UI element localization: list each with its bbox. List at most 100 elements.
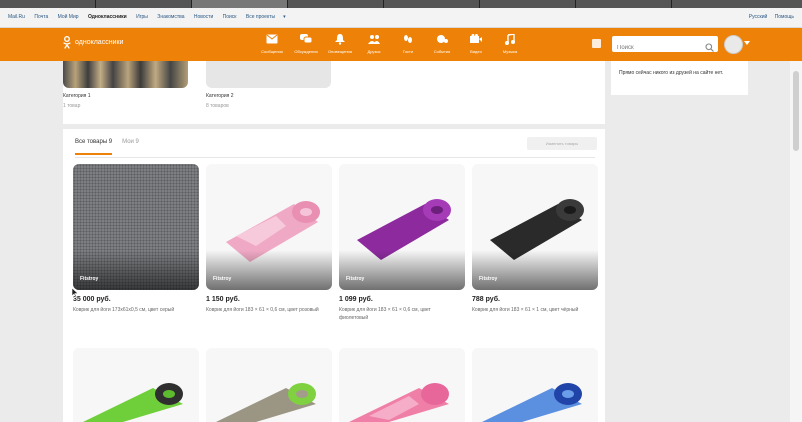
- yoga-mat-blue-image: [472, 348, 598, 422]
- help-link[interactable]: Помощь: [775, 14, 794, 20]
- catalog-categories: Категория 1 1 товар Категория 2 8 товаро…: [63, 61, 605, 124]
- product-image: Fitstroy: [472, 164, 598, 290]
- product-card[interactable]: [206, 348, 332, 422]
- portal-link-mail[interactable]: Почта: [34, 14, 48, 20]
- image-gradient: [339, 250, 465, 290]
- nav-music[interactable]: Музыка: [493, 32, 527, 54]
- product-description: Коврик для йоги 183 × 61 × 0,6 см, цвет …: [339, 307, 431, 321]
- yoga-mat-pink-marble-image: [339, 348, 465, 422]
- nav-label: Гости: [402, 49, 414, 54]
- product-card[interactable]: Fitstroy 788 руб. Коврик для йоги 183 × …: [472, 164, 598, 314]
- image-gradient: [73, 250, 199, 290]
- products-section: Все товары 9 Мои 9 Изменить товары Fitst…: [63, 129, 605, 422]
- notifications-icon: [333, 32, 347, 46]
- category-card[interactable]: Категория 2 8 товаров: [206, 61, 331, 109]
- product-card[interactable]: Fitstroy 35 000 руб. Коврик для йоги 173…: [73, 164, 199, 314]
- portal-link-news[interactable]: Новости: [194, 14, 213, 20]
- nav-discussions[interactable]: Обсуждения: [289, 32, 323, 54]
- product-description: Коврик для йоги 173х61х0,5 см, цвет серы…: [73, 307, 175, 313]
- product-card[interactable]: [339, 348, 465, 422]
- site-logo[interactable]: одноклассники: [63, 36, 123, 49]
- browser-tab[interactable]: [192, 0, 288, 8]
- logo-text: одноклассники: [75, 39, 124, 46]
- image-gradient: [472, 250, 598, 290]
- edit-products-button[interactable]: Изменить товары: [527, 137, 597, 150]
- product-card[interactable]: [73, 348, 199, 422]
- chevron-down-icon[interactable]: [744, 41, 750, 45]
- yoga-mat-green-grey-image: [206, 348, 332, 422]
- category-image: [63, 61, 188, 88]
- portal-link-mymir[interactable]: Мой Мир: [58, 14, 79, 20]
- friends-icon: [367, 32, 381, 46]
- product-description: Коврик для йоги 183 × 61 × 0,6 см, цвет …: [206, 307, 319, 313]
- nav-friends[interactable]: Друзья: [357, 32, 391, 54]
- portal-link-ok[interactable]: Одноклассники: [88, 14, 127, 20]
- products-tabs: Все товары 9 Мои 9: [75, 139, 139, 155]
- browser-tab[interactable]: [480, 0, 576, 8]
- nav-messages[interactable]: Сообщения: [255, 32, 289, 54]
- portal-bar: Mail.Ru Почта Мой Мир Одноклассники Игры…: [0, 8, 802, 28]
- product-brand: Fitstroy: [213, 276, 232, 282]
- product-card[interactable]: Fitstroy 1 099 руб. Коврик для йоги 183 …: [339, 164, 465, 322]
- tab-all-products[interactable]: Все товары 9: [75, 139, 113, 155]
- category-name: Категория 1: [63, 93, 91, 99]
- browser-tab-strip: [0, 0, 802, 8]
- main-nav: Сообщения Обсуждения Оповещения Друзья Г…: [255, 32, 527, 54]
- video-icon: [469, 32, 483, 46]
- product-image: [206, 348, 332, 422]
- nav-events[interactable]: События: [425, 32, 459, 54]
- search-input[interactable]: [612, 40, 702, 56]
- product-price: 1 150 руб.: [206, 296, 240, 303]
- product-price: 788 руб.: [472, 296, 500, 303]
- browser-tab[interactable]: [0, 0, 96, 8]
- browser-tab[interactable]: [384, 0, 480, 8]
- ok-logo-icon: [63, 36, 71, 49]
- portal-link-search[interactable]: Поиск: [223, 14, 237, 20]
- product-brand: Fitstroy: [80, 276, 99, 282]
- product-image: Fitstroy: [206, 164, 332, 290]
- browser-tab[interactable]: [672, 0, 802, 8]
- nav-label: Друзья: [367, 49, 381, 54]
- category-count: 1 товар: [63, 103, 81, 109]
- category-card[interactable]: Категория 1 1 товар: [63, 61, 188, 109]
- browser-tab[interactable]: [96, 0, 192, 8]
- browser-tab[interactable]: [576, 0, 672, 8]
- product-card[interactable]: [472, 348, 598, 422]
- product-price: 35 000 руб.: [73, 296, 111, 303]
- nav-label: Музыка: [502, 49, 518, 54]
- nav-label: Оповещения: [328, 49, 352, 54]
- product-image: [472, 348, 598, 422]
- messages-icon: [265, 32, 279, 46]
- product-card[interactable]: Fitstroy 1 150 руб. Коврик для йоги 183 …: [206, 164, 332, 314]
- product-brand: Fitstroy: [346, 276, 365, 282]
- search-icon[interactable]: [705, 39, 714, 57]
- scrollbar-thumb[interactable]: [793, 71, 799, 151]
- portal-link-mailru[interactable]: Mail.Ru: [8, 14, 25, 20]
- nav-video[interactable]: Видео: [459, 32, 493, 54]
- friends-online-text: Прямо сейчас никого из друзей на сайте н…: [619, 70, 724, 76]
- portal-link-dating[interactable]: Знакомства: [157, 14, 184, 20]
- browser-tab[interactable]: [288, 0, 384, 8]
- music-player-toggle[interactable]: [592, 39, 601, 48]
- portal-link-games[interactable]: Игры: [136, 14, 148, 20]
- language-link[interactable]: Русский: [749, 14, 768, 20]
- nav-label: Видео: [470, 49, 482, 54]
- nav-label: Сообщения: [261, 49, 283, 54]
- tab-my-products[interactable]: Мои 9: [122, 139, 139, 155]
- divider: [75, 157, 595, 158]
- top-navigation: одноклассники Сообщения Обсуждения Опове…: [0, 28, 802, 61]
- nav-notifications[interactable]: Оповещения: [323, 32, 357, 54]
- nav-guests[interactable]: Гости: [391, 32, 425, 54]
- product-image: [73, 348, 199, 422]
- category-name: Категория 2: [206, 93, 234, 99]
- yoga-mat-green-black-image: [73, 348, 199, 422]
- chevron-down-icon: ▾: [283, 14, 286, 20]
- friends-online-panel: Прямо сейчас никого из друзей на сайте н…: [611, 61, 748, 95]
- portal-link-all-projects[interactable]: Все проекты: [246, 14, 275, 20]
- avatar[interactable]: [724, 35, 743, 54]
- search-box: [612, 36, 718, 56]
- page-scrollbar[interactable]: [790, 61, 802, 422]
- product-image: Fitstroy: [73, 164, 199, 290]
- image-gradient: [206, 250, 332, 290]
- nav-label: Обсуждения: [294, 49, 318, 54]
